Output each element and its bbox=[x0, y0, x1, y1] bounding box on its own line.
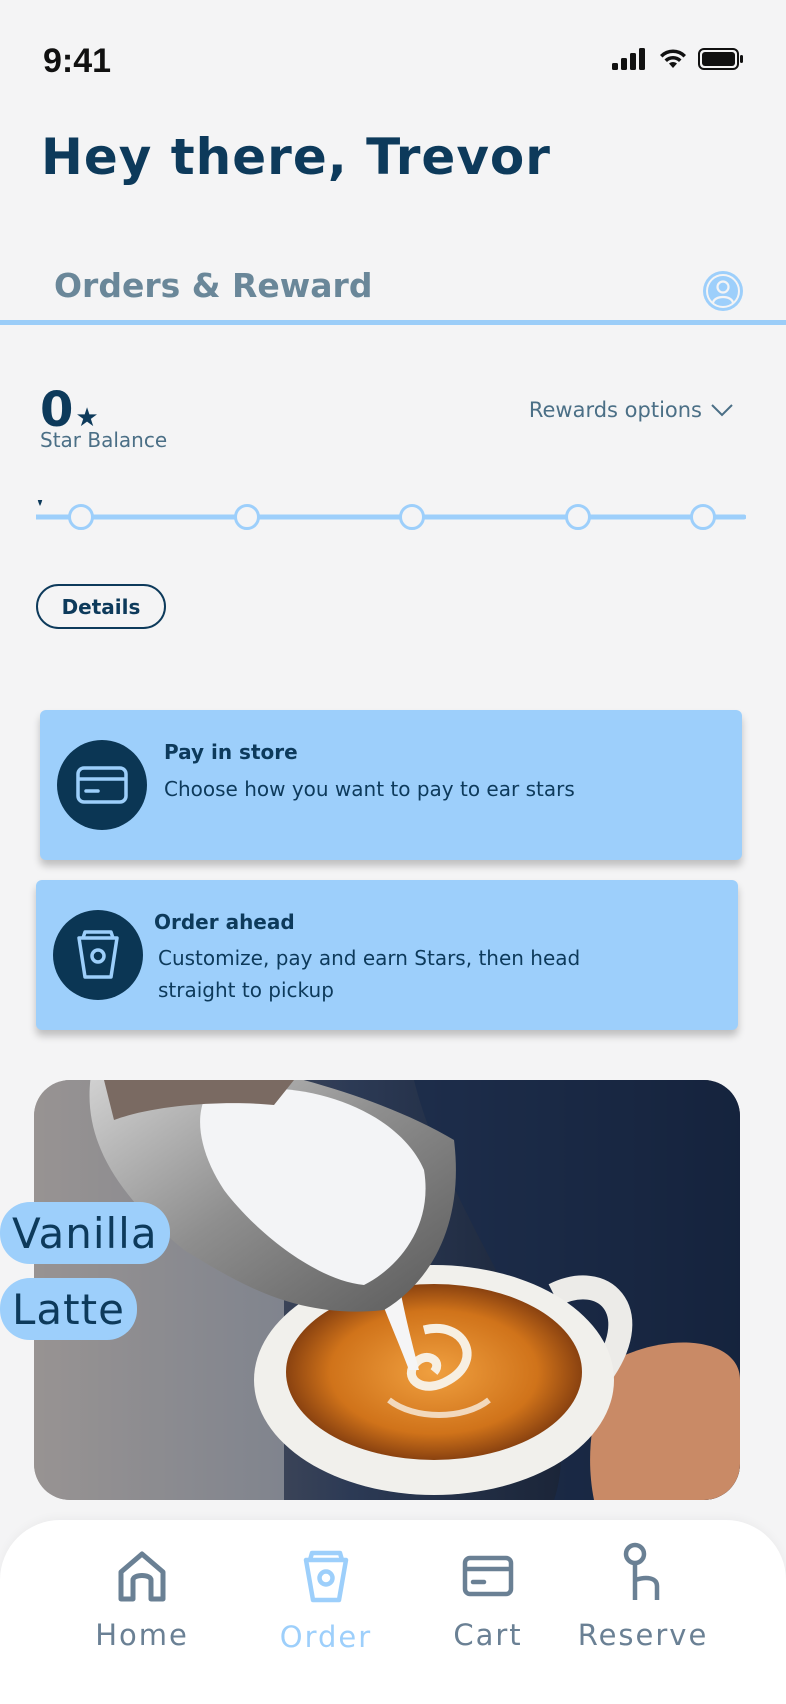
card-description: Choose how you want to pay to ear stars bbox=[164, 777, 575, 801]
latte-art-illustration bbox=[34, 1080, 740, 1500]
credit-card-icon bbox=[76, 766, 128, 804]
cup-icon bbox=[303, 1550, 349, 1603]
tab-home[interactable]: Home bbox=[95, 1550, 189, 1652]
profile-icon[interactable] bbox=[702, 270, 744, 312]
milestone-4 bbox=[565, 504, 591, 530]
milestone-2 bbox=[234, 504, 260, 530]
chevron-down-icon bbox=[711, 404, 733, 417]
promo-image[interactable] bbox=[34, 1080, 740, 1500]
bottom-tab-bar: Home Order Cart Reserve bbox=[0, 1520, 786, 1704]
promo-title-line-1: Vanilla bbox=[0, 1202, 170, 1264]
home-icon bbox=[118, 1551, 166, 1602]
section-title: Orders & Reward bbox=[54, 266, 373, 305]
battery-icon bbox=[698, 48, 743, 70]
signal-icon bbox=[612, 48, 645, 70]
tab-order[interactable]: Order bbox=[276, 1550, 376, 1654]
credit-card-icon bbox=[462, 1555, 514, 1597]
tab-label: Cart bbox=[453, 1618, 523, 1652]
rewards-options-dropdown[interactable]: Rewards options bbox=[529, 398, 734, 422]
star-balance-label: Star Balance bbox=[40, 428, 168, 452]
tab-label: Reserve bbox=[577, 1618, 709, 1652]
wifi-icon bbox=[660, 49, 686, 68]
card-title: Order ahead bbox=[154, 910, 295, 934]
section-divider bbox=[0, 320, 786, 325]
key-icon bbox=[623, 1542, 660, 1600]
progress-marker-icon bbox=[37, 500, 43, 506]
tab-label: Home bbox=[95, 1618, 189, 1652]
tab-label: Order bbox=[279, 1620, 373, 1654]
milestone-1 bbox=[68, 504, 94, 530]
card-title: Pay in store bbox=[164, 740, 298, 764]
status-time: 9:41 bbox=[43, 42, 112, 80]
cup-icon bbox=[77, 930, 119, 979]
details-button[interactable]: Details bbox=[36, 584, 166, 629]
promo-title-line-2: Latte bbox=[0, 1278, 137, 1340]
card-description-line-2: straight to pickup bbox=[158, 978, 334, 1002]
tab-reserve[interactable]: Reserve bbox=[577, 1542, 709, 1652]
status-icons bbox=[612, 48, 744, 70]
tab-cart[interactable]: Cart bbox=[446, 1550, 530, 1652]
greeting-title: Hey there, Trevor bbox=[41, 128, 551, 186]
order-ahead-card[interactable]: Order ahead Customize, pay and earn Star… bbox=[36, 880, 738, 1030]
card-icon-container bbox=[57, 740, 147, 830]
milestone-5 bbox=[690, 504, 716, 530]
rewards-progress-track bbox=[36, 500, 746, 530]
card-description-line-1: Customize, pay and earn Stars, then head bbox=[158, 946, 581, 970]
card-icon-container bbox=[53, 910, 143, 1000]
rewards-options-label: Rewards options bbox=[528, 398, 702, 422]
milestone-3 bbox=[399, 504, 425, 530]
pay-in-store-card[interactable]: Pay in store Choose how you want to pay … bbox=[40, 710, 742, 860]
